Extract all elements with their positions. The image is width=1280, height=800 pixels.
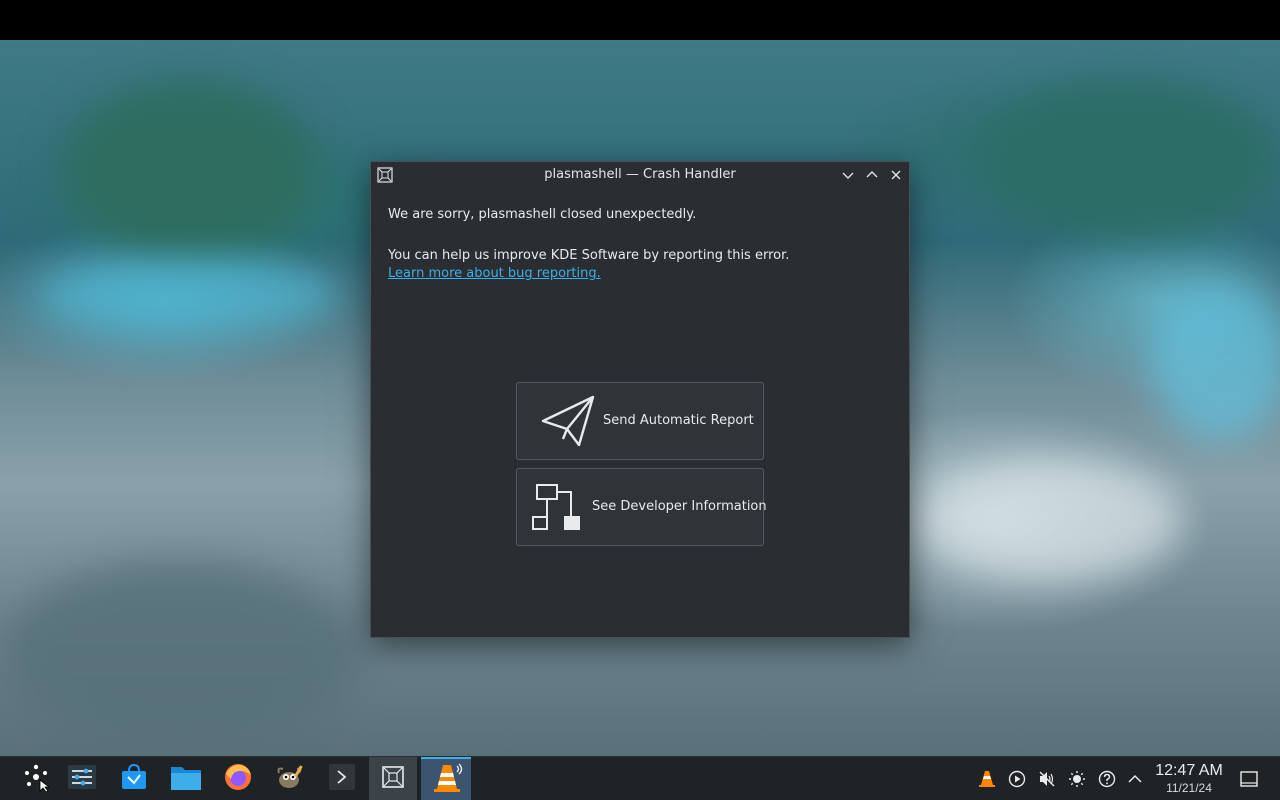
chevron-up-icon[interactable]: [1122, 757, 1148, 800]
wallpaper-blob: [0, 560, 360, 750]
minimize-icon[interactable]: [839, 166, 857, 184]
clock-date: 11/21/24: [1166, 781, 1212, 795]
crash-handler-task[interactable]: [369, 757, 417, 800]
vlc-tray-icon[interactable]: [974, 757, 1000, 800]
see-developer-information-label: See Developer Information: [592, 499, 767, 514]
application-launcher-button[interactable]: [12, 757, 60, 800]
close-icon[interactable]: [887, 166, 905, 184]
crash-handler-icon: [381, 765, 405, 793]
send-automatic-report-label: Send Automatic Report: [603, 413, 754, 428]
maximize-icon[interactable]: [863, 166, 881, 184]
discover-button[interactable]: [110, 757, 158, 800]
wallpaper-blob: [980, 80, 1280, 240]
dialog-title: plasmashell — Crash Handler: [544, 167, 736, 182]
flowchart-icon: [531, 483, 581, 537]
digital-clock[interactable]: 12:47 AM 11/21/24: [1150, 761, 1228, 795]
see-developer-information-button[interactable]: See Developer Information: [516, 468, 767, 546]
brightness-icon[interactable]: [1064, 757, 1090, 800]
kde-launcher-icon: [21, 762, 51, 796]
konsole-button[interactable]: [318, 757, 366, 800]
terminal-icon: [328, 763, 356, 795]
settings-sliders-icon: [67, 764, 97, 794]
top-black-bar: [0, 0, 1280, 40]
crash-handler-dialog: plasmashell — Crash Handler We are sorry…: [370, 161, 910, 638]
paper-plane-icon: [541, 395, 595, 453]
discover-store-icon: [120, 763, 148, 795]
send-automatic-report-button[interactable]: Send Automatic Report: [516, 382, 764, 460]
media-play-icon[interactable]: [1004, 757, 1030, 800]
dolphin-button[interactable]: [162, 757, 210, 800]
folder-icon: [170, 763, 202, 795]
dialog-titlebar[interactable]: plasmashell — Crash Handler: [371, 162, 909, 188]
wallpaper-blob: [40, 260, 340, 330]
gimp-icon: [275, 763, 305, 795]
firefox-button[interactable]: [214, 757, 262, 800]
clock-time: 12:47 AM: [1155, 762, 1223, 779]
crash-message: We are sorry, plasmashell closed unexpec…: [388, 207, 697, 222]
gimp-button[interactable]: [266, 757, 314, 800]
volume-muted-icon[interactable]: [1034, 757, 1060, 800]
wallpaper-blob: [60, 80, 320, 260]
wallpaper-blob: [1150, 280, 1280, 440]
help-text: You can help us improve KDE Software by …: [388, 248, 790, 263]
show-desktop-icon[interactable]: [1236, 757, 1262, 800]
firefox-icon: [223, 762, 253, 796]
bug-reporting-link[interactable]: Learn more about bug reporting.: [388, 266, 601, 281]
vlc-cone-icon: [429, 762, 463, 798]
vlc-task[interactable]: [421, 757, 471, 800]
system-settings-button[interactable]: [58, 757, 106, 800]
help-icon[interactable]: [1094, 757, 1120, 800]
wallpaper-blob: [920, 460, 1180, 580]
taskbar: 12:47 AM 11/21/24: [0, 756, 1280, 800]
